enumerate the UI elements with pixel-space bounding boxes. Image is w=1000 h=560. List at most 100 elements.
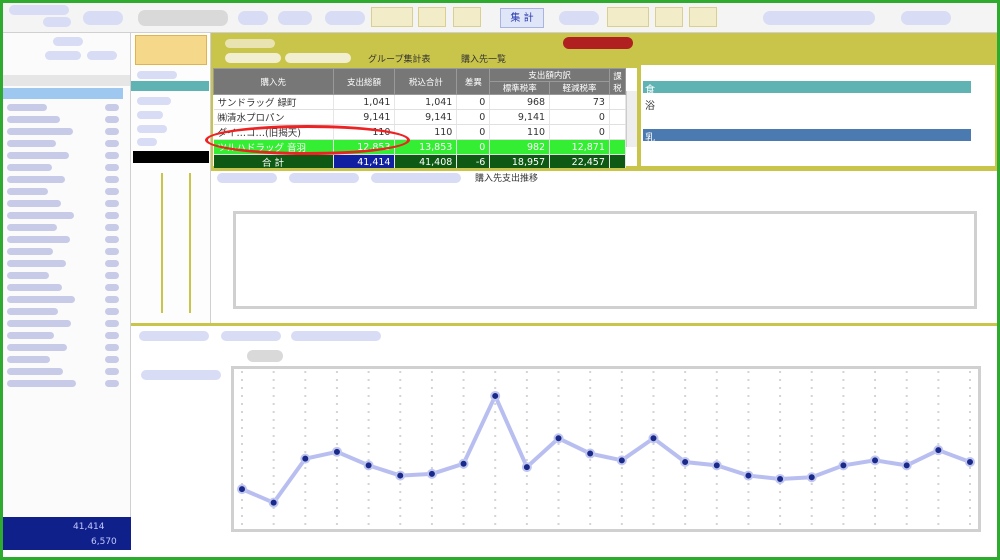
list-item[interactable] (7, 211, 125, 221)
data-point[interactable] (331, 446, 342, 457)
data-point[interactable] (553, 433, 564, 444)
col-tax-total[interactable]: 税込合計 (394, 68, 458, 95)
data-point[interactable] (775, 473, 786, 484)
menu-item[interactable] (9, 5, 69, 15)
list-item[interactable] (7, 295, 125, 305)
vendor-trend-tab[interactable]: 購入先支出推移 (475, 171, 538, 184)
data-point[interactable] (838, 460, 849, 471)
tab-summary[interactable]: 集 計 (500, 8, 544, 28)
data-point[interactable] (743, 470, 754, 481)
menu-item[interactable] (43, 17, 71, 27)
list-item[interactable] (7, 355, 125, 365)
chart-tab[interactable] (217, 173, 277, 183)
list-item[interactable] (7, 235, 125, 245)
data-point[interactable] (521, 462, 532, 473)
list-item[interactable] (7, 307, 125, 317)
list-item[interactable] (7, 127, 125, 137)
data-point[interactable] (395, 470, 406, 481)
table-scrollbar[interactable] (626, 91, 637, 147)
toolbar-button[interactable] (278, 11, 312, 25)
chart-option[interactable] (247, 350, 283, 362)
list-item[interactable] (7, 163, 125, 173)
table-row[interactable]: ㈱清水プロパン 9,141 9,141 0 9,141 0 (213, 109, 627, 125)
data-point[interactable] (268, 497, 279, 508)
date-field[interactable] (418, 7, 446, 27)
data-point[interactable] (616, 455, 627, 466)
list-item[interactable] (7, 271, 125, 281)
data-point[interactable] (300, 453, 311, 464)
chart-tab[interactable] (371, 173, 461, 183)
radio-option[interactable] (45, 51, 81, 60)
category-row-food[interactable]: 食 (643, 81, 971, 96)
filter-item[interactable] (137, 125, 167, 133)
col-total-spend[interactable]: 支出総額 (332, 68, 396, 95)
col-difference[interactable]: 差異 (456, 68, 491, 95)
date-field[interactable] (453, 7, 481, 27)
filter-item[interactable] (137, 111, 163, 119)
radio-option[interactable] (87, 51, 117, 60)
data-point[interactable] (965, 457, 975, 468)
list-item[interactable] (7, 103, 125, 113)
data-point[interactable] (806, 472, 817, 483)
vendor-list-button[interactable]: 購入先一覧 (461, 52, 506, 65)
toolbar-button[interactable] (325, 11, 365, 25)
list-item[interactable] (7, 175, 125, 185)
data-point[interactable] (870, 455, 881, 466)
data-point[interactable] (680, 457, 691, 468)
data-point[interactable] (648, 433, 659, 444)
col-reduced-rate[interactable]: 軽減税率 (549, 81, 610, 95)
radio-option[interactable] (225, 53, 281, 63)
date-field[interactable] (371, 7, 413, 27)
list-item[interactable] (7, 187, 125, 197)
date-field[interactable] (689, 7, 717, 27)
data-point[interactable] (490, 390, 501, 401)
list-item[interactable] (7, 199, 125, 209)
list-item[interactable] (7, 283, 125, 293)
list-item[interactable] (7, 367, 125, 377)
radio-option[interactable] (285, 53, 351, 63)
data-point[interactable] (363, 460, 374, 471)
data-point[interactable] (901, 460, 912, 471)
list-item-selected[interactable] (3, 88, 123, 99)
category-row-milk[interactable]: 乳 (643, 129, 971, 144)
list-item[interactable] (7, 139, 125, 149)
filter-item[interactable] (137, 71, 177, 79)
filter-item[interactable] (137, 138, 157, 146)
list-item[interactable] (7, 247, 125, 257)
list-item[interactable] (7, 319, 125, 329)
chart-tab[interactable] (139, 331, 209, 341)
list-item[interactable] (7, 379, 125, 389)
list-item[interactable] (7, 259, 125, 269)
col-standard-rate[interactable]: 標準税率 (489, 81, 551, 95)
list-item[interactable] (7, 151, 125, 161)
toolbar-button[interactable] (238, 11, 268, 25)
data-point[interactable] (585, 448, 596, 459)
filter-item-selected[interactable] (131, 81, 209, 91)
vendor-trend-panel: 購入先支出推移 (211, 168, 997, 323)
chart-tab[interactable] (221, 331, 281, 341)
menu-item[interactable] (83, 11, 123, 25)
filter-item[interactable] (137, 97, 171, 105)
list-item[interactable] (7, 115, 125, 125)
table-row[interactable]: サンドラッグ 緑町 1,041 1,041 0 968 73 (213, 94, 627, 110)
date-field[interactable] (607, 7, 649, 27)
toolbar-button[interactable] (763, 11, 875, 25)
data-point[interactable] (933, 445, 944, 456)
col-extra[interactable]: 課税 (608, 68, 627, 95)
group-summary-button[interactable]: グループ集計表 (368, 52, 430, 65)
dropdown[interactable] (138, 10, 228, 26)
toolbar-button[interactable] (901, 11, 951, 25)
list-item[interactable] (7, 223, 125, 233)
data-point[interactable] (237, 484, 247, 495)
list-item[interactable] (7, 331, 125, 341)
chart-tab[interactable] (291, 331, 381, 341)
col-vendor[interactable]: 購入先 (213, 68, 334, 95)
list-item[interactable] (7, 343, 125, 353)
filter-box[interactable] (135, 35, 207, 65)
toolbar-button[interactable] (559, 11, 599, 25)
data-point[interactable] (711, 460, 722, 471)
chart-tab[interactable] (289, 173, 359, 183)
data-point[interactable] (458, 458, 469, 469)
date-field[interactable] (655, 7, 683, 27)
data-point[interactable] (426, 468, 437, 479)
